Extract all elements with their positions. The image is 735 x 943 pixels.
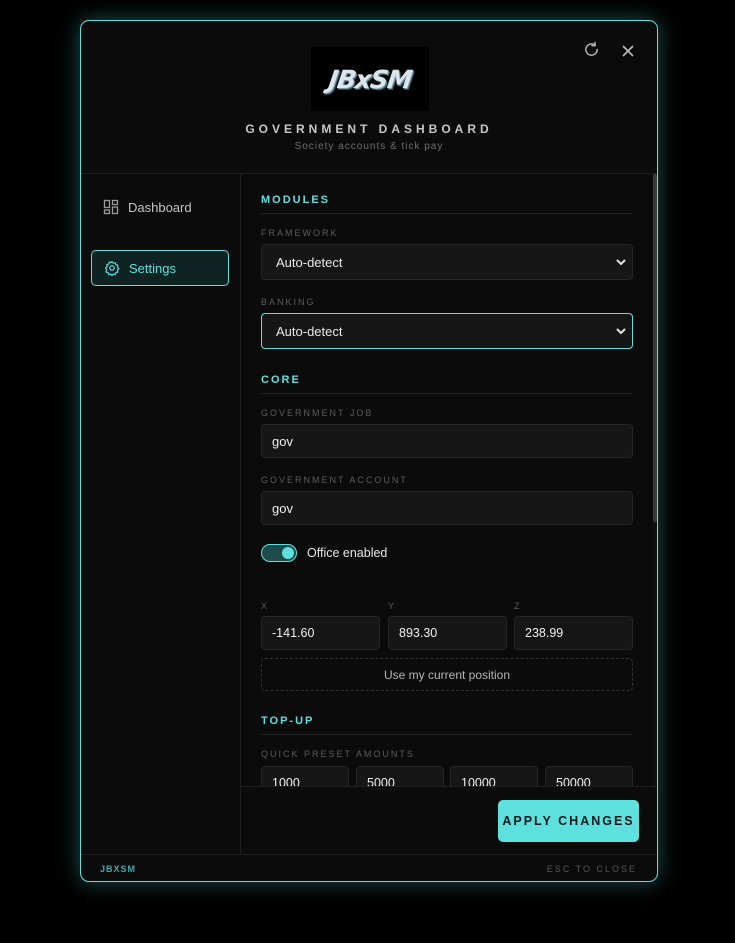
content-scrollbar[interactable] [653, 174, 657, 786]
preset-amount-input[interactable]: 5000 [356, 766, 444, 786]
scrollbar-thumb[interactable] [653, 174, 657, 522]
sidebar-item-settings[interactable]: Settings [91, 250, 229, 286]
government-job-label: GOVERNMENT JOB [261, 408, 374, 418]
framework-select[interactable]: Auto-detect [261, 244, 633, 280]
footer-hint: ESC TO CLOSE [546, 864, 637, 874]
preset-amount-input[interactable]: 1000 [261, 766, 349, 786]
use-current-position-button[interactable]: Use my current position [261, 658, 633, 691]
preset-amount-value: 1000 [272, 775, 300, 787]
page-subtitle: Society accounts & tick pay [294, 141, 444, 152]
panel-header: JBxSM GOVERNMENT DASHBOARD Society accou… [81, 21, 657, 174]
chevron-down-icon [616, 328, 626, 334]
sidebar-item-label: Settings [129, 260, 176, 276]
page-title: GOVERNMENT DASHBOARD [245, 122, 493, 136]
quick-preset-label: QUICK PRESET AMOUNTS [261, 749, 415, 759]
refresh-icon [584, 41, 598, 56]
gear-icon [105, 261, 120, 276]
x-coordinate-input[interactable]: -141.60 [261, 616, 380, 650]
section-title-modules: MODULES [261, 194, 633, 214]
apply-changes-button[interactable]: APPLY CHANGES [498, 800, 639, 842]
z-label: Z [514, 601, 521, 611]
framework-select-value: Auto-detect [276, 254, 343, 270]
footer-brand: JBXSM [100, 864, 137, 874]
chevron-down-icon [616, 259, 626, 265]
y-coordinate-input[interactable]: 893.30 [388, 616, 507, 650]
section-title-core: CORE [261, 374, 633, 394]
x-coordinate-value: -141.60 [272, 626, 315, 640]
government-job-value: gov [272, 433, 293, 449]
logo-text: JBxSM [326, 64, 414, 94]
section-title-topup: TOP-UP [261, 715, 633, 735]
government-account-input[interactable]: gov [261, 491, 633, 525]
toggle-knob [282, 547, 294, 559]
y-label: Y [388, 601, 396, 611]
government-job-input[interactable]: gov [261, 424, 633, 458]
office-enabled-toggle[interactable] [261, 544, 297, 562]
government-account-label: GOVERNMENT ACCOUNT [261, 475, 408, 485]
x-label: X [261, 601, 269, 611]
settings-content[interactable]: MODULES FRAMEWORK Auto-detect BANKING Au… [241, 174, 657, 786]
refresh-button[interactable] [581, 39, 601, 59]
action-bar: APPLY CHANGES [241, 786, 657, 855]
preset-amount-value: 10000 [461, 775, 496, 787]
banking-select-value: Auto-detect [276, 323, 343, 339]
banking-select[interactable]: Auto-detect [261, 313, 633, 349]
banking-label: BANKING [261, 297, 316, 307]
office-enabled-label: Office enabled [307, 546, 388, 560]
sidebar: Dashboard Settings [81, 174, 241, 854]
close-button[interactable] [618, 41, 638, 61]
government-account-value: gov [272, 500, 293, 516]
z-coordinate-value: 238.99 [525, 626, 564, 640]
close-icon [622, 45, 634, 57]
panel-footer: JBXSM ESC TO CLOSE [81, 854, 657, 881]
grid-icon [103, 199, 119, 215]
preset-amount-input[interactable]: 50000 [545, 766, 633, 786]
sidebar-item-dashboard[interactable]: Dashboard [91, 189, 229, 225]
preset-amount-value: 50000 [556, 775, 591, 787]
sidebar-item-label: Dashboard [128, 199, 192, 215]
framework-label: FRAMEWORK [261, 228, 339, 238]
y-coordinate-value: 893.30 [399, 626, 438, 640]
brand-logo: JBxSM [311, 47, 429, 111]
preset-amount-value: 5000 [367, 775, 395, 787]
preset-amount-input[interactable]: 10000 [450, 766, 538, 786]
settings-panel: JBxSM GOVERNMENT DASHBOARD Society accou… [80, 20, 658, 882]
z-coordinate-input[interactable]: 238.99 [514, 616, 633, 650]
